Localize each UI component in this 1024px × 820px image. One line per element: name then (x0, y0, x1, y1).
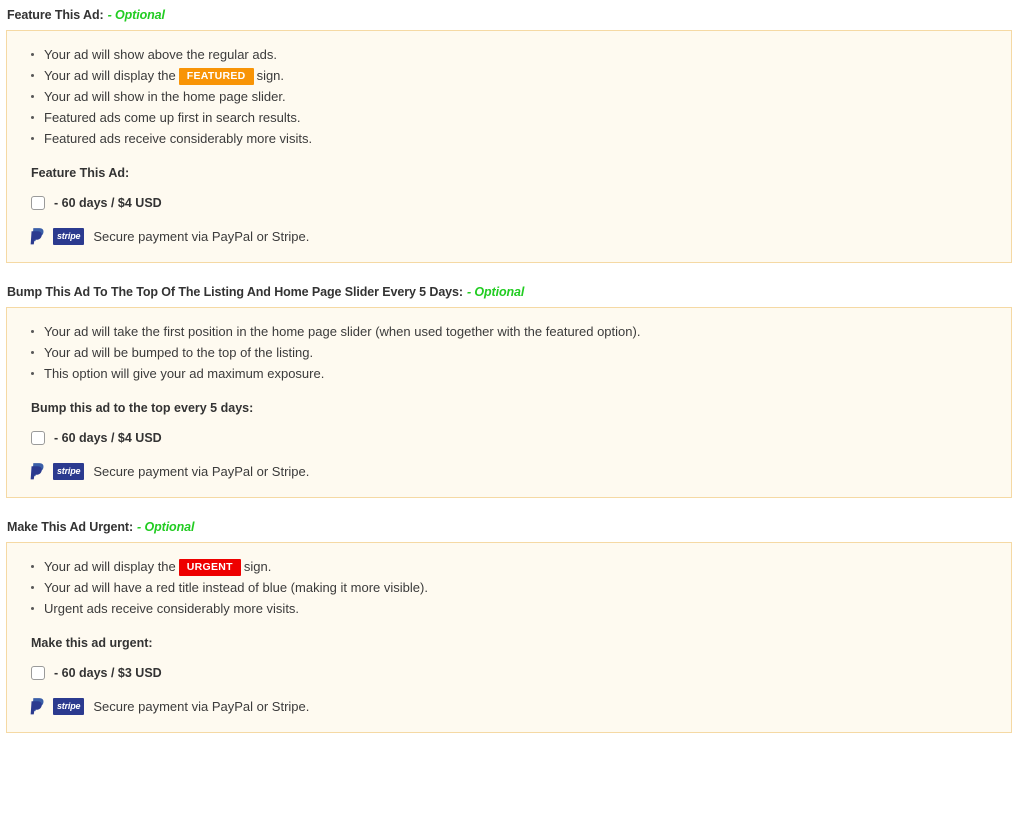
benefits-list: Your ad will show above the regular ads.… (23, 44, 995, 149)
bump-sub-label: Bump this ad to the top every 5 days: (31, 401, 254, 415)
section-bump-this-ad: Bump This Ad To The Top Of The Listing A… (6, 284, 1024, 498)
stripe-icon: stripe (53, 463, 85, 480)
urgent-badge: URGENT (178, 559, 241, 576)
benefit-item: This option will give your ad maximum ex… (23, 363, 995, 384)
benefit-item: Your ad will show in the home page slide… (23, 86, 995, 107)
urgent-checkbox-row[interactable]: - 60 days / $3 USD (31, 666, 995, 680)
feature-checkbox-row[interactable]: - 60 days / $4 USD (31, 196, 995, 210)
benefit-item: Your ad will display the URGENT sign. (23, 556, 995, 577)
bump-this-ad-panel: Your ad will take the first position in … (6, 307, 1012, 498)
benefit-text: Your ad will show above the regular ads. (44, 47, 277, 62)
urgent-checkbox[interactable] (31, 666, 45, 680)
benefit-text: Urgent ads receive considerably more vis… (44, 601, 300, 616)
feature-checkbox[interactable] (31, 196, 45, 210)
section-heading-text: Make This Ad Urgent: (7, 520, 134, 534)
benefit-text-after: sign. (243, 559, 272, 574)
section-heading: Make This Ad Urgent: - Optional (7, 519, 1024, 535)
paypal-icon (30, 698, 44, 715)
benefit-item: Your ad will display the FEATURED sign. (23, 65, 995, 86)
benefits-list: Your ad will display the URGENT sign. Your… (23, 556, 995, 619)
benefit-text-after: sign. (256, 68, 285, 83)
stripe-icon: stripe (53, 698, 85, 715)
benefit-text: Your ad will show in the home page slide… (44, 89, 286, 104)
feature-checkbox-label: - 60 days / $4 USD (54, 196, 162, 210)
benefit-item: Your ad will have a red title instead of… (23, 577, 995, 598)
benefit-item: Your ad will be bumped to the top of the… (23, 342, 995, 363)
benefit-item: Your ad will show above the regular ads. (23, 44, 995, 65)
payment-text: Secure payment via PayPal or Stripe. (93, 229, 310, 244)
bump-checkbox-label: - 60 days / $4 USD (54, 431, 162, 445)
feature-payment-row: stripe Secure payment via PayPal or Stri… (30, 227, 995, 246)
benefit-text: This option will give your ad maximum ex… (44, 366, 325, 381)
section-heading-text: Feature This Ad: (7, 8, 104, 22)
make-ad-urgent-panel: Your ad will display the URGENT sign. Your… (6, 542, 1012, 733)
benefit-text: Your ad will take the first position in … (44, 324, 641, 339)
bump-payment-row: stripe Secure payment via PayPal or Stri… (30, 462, 995, 481)
ad-upgrade-options-page: Feature This Ad: - Optional Your ad will … (0, 0, 1024, 820)
urgent-checkbox-label: - 60 days / $3 USD (54, 666, 162, 680)
feature-sub-label: Feature This Ad: (31, 166, 130, 180)
payment-text: Secure payment via PayPal or Stripe. (93, 464, 310, 479)
payment-text: Secure payment via PayPal or Stripe. (93, 699, 310, 714)
feature-this-ad-panel: Your ad will show above the regular ads.… (6, 30, 1012, 263)
urgent-payment-row: stripe Secure payment via PayPal or Stri… (30, 697, 995, 716)
paypal-icon (30, 228, 44, 245)
benefit-item: Featured ads come up first in search res… (23, 107, 995, 128)
benefit-text: Your ad will display the (44, 68, 176, 83)
featured-badge: FEATURED (178, 68, 254, 85)
optional-tag: - Optional (107, 8, 165, 22)
optional-tag: - Optional (466, 285, 525, 299)
urgent-sub-label: Make this ad urgent: (31, 636, 153, 650)
optional-tag: - Optional (137, 520, 195, 534)
benefits-list: Your ad will take the first position in … (23, 321, 995, 384)
bump-checkbox-row[interactable]: - 60 days / $4 USD (31, 431, 995, 445)
benefit-text: Your ad will be bumped to the top of the… (44, 345, 314, 360)
paypal-icon (30, 463, 44, 480)
benefit-text: Featured ads receive considerably more v… (44, 131, 313, 146)
section-feature-this-ad: Feature This Ad: - Optional Your ad will … (6, 7, 1024, 263)
section-heading: Feature This Ad: - Optional (7, 7, 1024, 23)
section-heading-text: Bump This Ad To The Top Of The Listing A… (7, 285, 463, 299)
benefit-item: Urgent ads receive considerably more vis… (23, 598, 995, 619)
benefit-item: Featured ads receive considerably more v… (23, 128, 995, 149)
bump-checkbox[interactable] (31, 431, 45, 445)
benefit-item: Your ad will take the first position in … (23, 321, 995, 342)
section-heading: Bump This Ad To The Top Of The Listing A… (7, 284, 1024, 300)
benefit-text: Your ad will display the (44, 559, 176, 574)
benefit-text: Featured ads come up first in search res… (44, 110, 301, 125)
stripe-icon: stripe (53, 228, 85, 245)
benefit-text: Your ad will have a red title instead of… (44, 580, 428, 595)
section-make-ad-urgent: Make This Ad Urgent: - Optional Your ad w… (6, 519, 1024, 733)
